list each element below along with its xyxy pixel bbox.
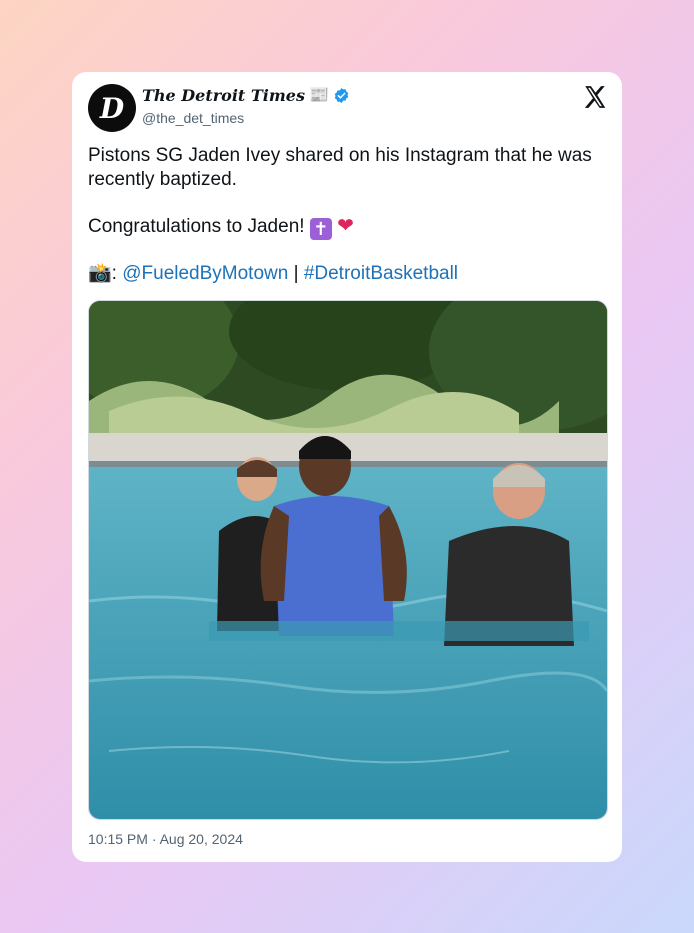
x-logo-icon[interactable] bbox=[582, 84, 608, 110]
newspaper-icon: 📰 bbox=[308, 86, 329, 104]
heart-emoji-icon: ❤ bbox=[337, 215, 354, 237]
verified-badge-icon bbox=[334, 88, 349, 103]
tweet-card: D The Detroit Times 📰 @the_det_times Pis… bbox=[72, 72, 622, 862]
tweet-text: Pistons SG Jaden Ivey shared on his Inst… bbox=[88, 144, 598, 286]
congrats-text: Congratulations to Jaden! bbox=[88, 216, 305, 237]
credit-handle-link[interactable]: @FueledByMotown bbox=[122, 263, 288, 284]
tweet-body-line2: Congratulations to Jaden! ✝ ❤ bbox=[88, 214, 598, 240]
photo-credit: 📸: @FueledByMotown | #DetroitBasketball bbox=[88, 262, 598, 286]
hashtag-link[interactable]: #DetroitBasketball bbox=[304, 263, 458, 284]
user-handle[interactable]: @the_det_times bbox=[142, 110, 244, 126]
tweet-body-line1: Pistons SG Jaden Ivey shared on his Inst… bbox=[88, 145, 592, 190]
display-name[interactable]: The Detroit Times bbox=[142, 86, 305, 105]
camera-emoji-icon: 📸 bbox=[88, 263, 112, 284]
baptism-photo-illustration bbox=[89, 301, 607, 819]
tweet-timestamp[interactable]: 10:15 PM · Aug 20, 2024 bbox=[88, 831, 243, 847]
name-row: The Detroit Times 📰 bbox=[142, 86, 350, 105]
avatar[interactable]: D bbox=[88, 84, 136, 132]
credit-separator: : bbox=[111, 263, 117, 284]
cross-emoji-icon: ✝ bbox=[309, 218, 332, 240]
avatar-letter: D bbox=[99, 91, 125, 125]
tweet-photo[interactable] bbox=[88, 300, 608, 820]
credit-divider: | bbox=[293, 263, 299, 284]
